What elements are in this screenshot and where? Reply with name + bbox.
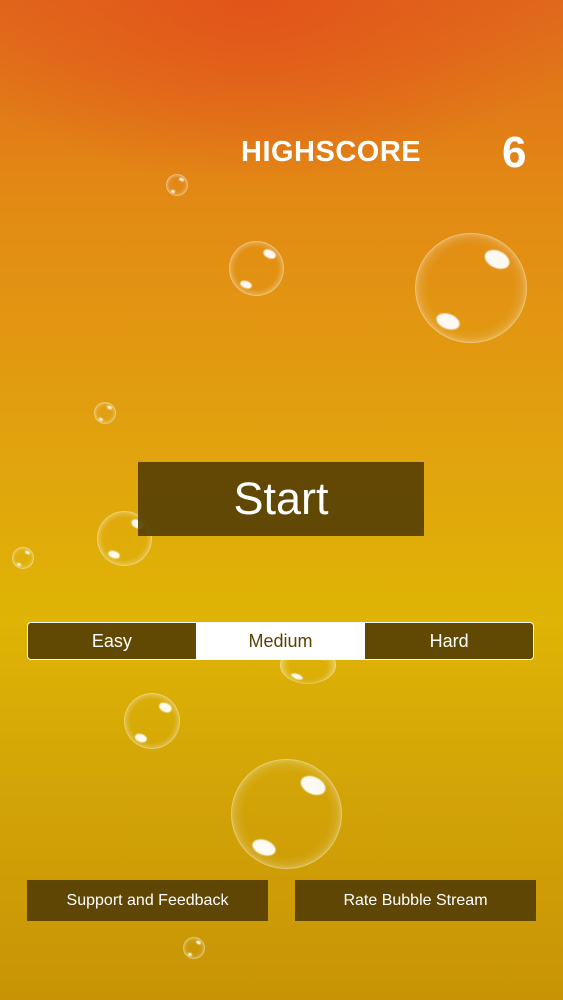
difficulty-medium[interactable]: Medium (195, 623, 365, 659)
bubble (231, 759, 342, 869)
difficulty-selector: Easy Medium Hard (27, 622, 534, 660)
bubble (166, 174, 188, 196)
bubble (94, 402, 116, 424)
difficulty-easy[interactable]: Easy (28, 623, 196, 659)
bubble (183, 937, 205, 959)
bubble (12, 547, 34, 569)
bubble (415, 233, 527, 343)
highscore-label: HIGHSCORE (241, 136, 422, 168)
start-button[interactable]: Start (138, 462, 424, 536)
highscore-value: 6 (502, 128, 527, 177)
rate-app-button[interactable]: Rate Bubble Stream (295, 880, 536, 921)
difficulty-hard[interactable]: Hard (364, 623, 533, 659)
bubble (229, 241, 284, 296)
support-feedback-button[interactable]: Support and Feedback (27, 880, 268, 921)
bubble (124, 693, 180, 749)
